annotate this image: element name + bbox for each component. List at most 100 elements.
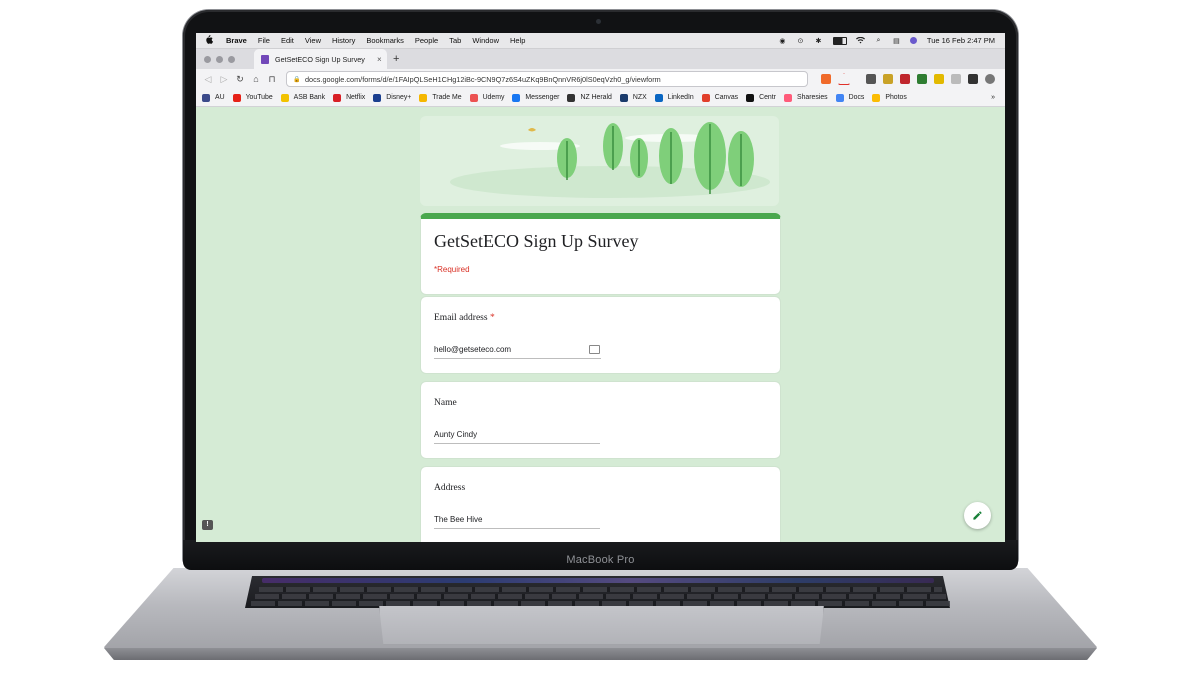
bookmark-item[interactable]: YouTube bbox=[232, 93, 273, 102]
tab-bar: GetSetECO Sign Up Survey × + bbox=[196, 49, 1005, 69]
status-area: ◉ ⊙ ✱ ⌕ ▤ Tue 16 Feb 2:47 PM bbox=[769, 36, 995, 45]
question-label-name: Name bbox=[434, 398, 457, 408]
menu-window[interactable]: Window bbox=[472, 36, 499, 45]
report-issue-icon[interactable]: ! bbox=[202, 520, 213, 530]
adblock-icon[interactable] bbox=[900, 74, 910, 84]
laptop-base-edge bbox=[104, 648, 1097, 660]
question-label-email: Email address * bbox=[434, 313, 495, 323]
menu-app-name[interactable]: Brave bbox=[226, 36, 247, 45]
bookmark-label: Udemy bbox=[482, 94, 505, 101]
required-note: *Required bbox=[434, 265, 470, 274]
picture-in-picture-icon[interactable] bbox=[866, 74, 876, 84]
bookmark-favicon-icon bbox=[232, 93, 241, 102]
bookmark-item[interactable]: Trade Me bbox=[419, 93, 462, 102]
address-bar[interactable]: 🔒 docs.google.com/forms/d/e/1FAIpQLSeH1C… bbox=[286, 71, 808, 87]
bookmark-item[interactable]: Netflix bbox=[333, 93, 365, 102]
bookmark-item[interactable]: ASB Bank bbox=[280, 93, 326, 102]
profile-icon[interactable] bbox=[985, 74, 995, 84]
close-window-button[interactable] bbox=[204, 55, 211, 63]
bookmark-item[interactable]: Sharesies bbox=[783, 93, 828, 102]
reload-icon[interactable]: ↻ bbox=[232, 74, 248, 85]
url-text: docs.google.com/forms/d/e/1FAIpQLSeH1CHg… bbox=[305, 74, 661, 84]
lock-icon: 🔒 bbox=[293, 76, 301, 83]
camera bbox=[596, 19, 601, 24]
bookmark-label: ASB Bank bbox=[293, 94, 326, 101]
tab-title: GetSetECO Sign Up Survey bbox=[275, 54, 365, 64]
screen-mirror-icon[interactable]: ◉ bbox=[778, 37, 787, 45]
menu-file[interactable]: File bbox=[258, 36, 270, 45]
edit-button[interactable] bbox=[964, 502, 991, 529]
brave-rewards-icon[interactable] bbox=[838, 73, 850, 85]
siri-icon[interactable] bbox=[909, 37, 917, 44]
tab-active[interactable]: GetSetECO Sign Up Survey × bbox=[254, 49, 387, 69]
bookmark-label: Photos bbox=[885, 94, 907, 101]
bookmark-label: NZX bbox=[632, 94, 647, 101]
bookmark-favicon-icon bbox=[469, 93, 478, 102]
email-field[interactable]: hello@getseteco.com bbox=[434, 345, 601, 359]
bluetooth-icon[interactable]: ✱ bbox=[814, 37, 823, 45]
question-label-text: Email address bbox=[434, 313, 488, 323]
address-field[interactable]: The Bee Hive bbox=[434, 515, 600, 529]
forward-icon[interactable]: ▷ bbox=[216, 74, 232, 85]
menu-bookmarks[interactable]: Bookmarks bbox=[366, 36, 404, 45]
home-icon[interactable]: ⌂ bbox=[248, 74, 264, 84]
bookmark-label: NZ Herald bbox=[580, 94, 612, 101]
bookmark-item[interactable]: Disney+ bbox=[373, 93, 412, 102]
bookmark-label: Sharesies bbox=[796, 94, 828, 101]
menu-clock[interactable]: Tue 16 Feb 2:47 PM bbox=[927, 36, 995, 45]
zoom-window-button[interactable] bbox=[228, 55, 235, 63]
menu-view[interactable]: View bbox=[305, 36, 321, 45]
bookmark-item[interactable]: Photos bbox=[872, 93, 907, 102]
bookmark-item[interactable]: LinkedIn bbox=[654, 93, 694, 102]
tab-close-icon[interactable]: × bbox=[377, 55, 387, 64]
menu-help[interactable]: Help bbox=[510, 36, 525, 45]
menu-edit[interactable]: Edit bbox=[281, 36, 294, 45]
bookmark-item[interactable]: Messenger bbox=[512, 93, 560, 102]
extension-icon[interactable] bbox=[934, 74, 944, 84]
bookmark-label: Messenger bbox=[525, 94, 560, 101]
bookmark-label: Canvas bbox=[714, 94, 739, 101]
bookmark-item[interactable]: AU bbox=[202, 93, 225, 102]
extension-icon[interactable] bbox=[883, 74, 893, 84]
bookmark-item[interactable]: Centr bbox=[746, 93, 776, 102]
menu-people[interactable]: People bbox=[415, 36, 438, 45]
battery-icon[interactable] bbox=[832, 36, 847, 45]
bookmark-item[interactable]: Docs bbox=[835, 93, 864, 102]
bookmark-favicon-icon bbox=[835, 93, 844, 102]
back-icon[interactable]: ◁ bbox=[200, 74, 216, 85]
search-icon[interactable]: ⌕ bbox=[874, 37, 883, 45]
bookmarks-bar: AU YouTube ASB Bank Netflix Disney+ Trade Me U… bbox=[196, 89, 1005, 107]
autofill-icon[interactable] bbox=[589, 345, 600, 354]
key-row bbox=[255, 594, 946, 599]
brave-shields-icon[interactable] bbox=[821, 74, 831, 84]
wifi-icon[interactable] bbox=[855, 37, 865, 45]
puzzle-icon[interactable] bbox=[968, 74, 978, 84]
screen-chin: MacBook Pro bbox=[183, 540, 1018, 570]
bookmark-favicon-icon bbox=[373, 93, 382, 102]
bookmark-favicon-icon bbox=[746, 93, 755, 102]
control-center-icon[interactable]: ▤ bbox=[892, 37, 901, 45]
bookmark-item[interactable]: NZ Herald bbox=[567, 93, 612, 102]
extension-icon[interactable] bbox=[951, 74, 961, 84]
bookmark-favicon-icon bbox=[280, 93, 289, 102]
question-card-name: Name Aunty Cindy bbox=[420, 381, 781, 459]
bookmark-item[interactable]: Udemy bbox=[469, 93, 505, 102]
bookmark-favicon-icon bbox=[701, 93, 710, 102]
menu-tab[interactable]: Tab bbox=[449, 36, 461, 45]
key-row bbox=[251, 601, 950, 606]
bookmark-item[interactable]: Canvas bbox=[701, 93, 739, 102]
bookmark-favicon-icon bbox=[872, 93, 881, 102]
new-tab-button[interactable]: + bbox=[393, 53, 399, 65]
bookmark-icon[interactable]: ⊓ bbox=[264, 74, 280, 85]
menu-history[interactable]: History bbox=[332, 36, 355, 45]
extension-icon[interactable] bbox=[917, 74, 927, 84]
apple-icon[interactable] bbox=[205, 35, 215, 46]
bookmarks-overflow-icon[interactable]: » bbox=[991, 94, 995, 101]
bookmark-item[interactable]: NZX bbox=[619, 93, 647, 102]
minimize-window-button[interactable] bbox=[216, 55, 223, 63]
bookmark-label: Disney+ bbox=[386, 94, 412, 101]
play-icon[interactable]: ⊙ bbox=[796, 37, 805, 45]
pencil-icon bbox=[973, 511, 982, 520]
name-field[interactable]: Aunty Cindy bbox=[434, 430, 600, 444]
header-banner bbox=[420, 116, 779, 206]
